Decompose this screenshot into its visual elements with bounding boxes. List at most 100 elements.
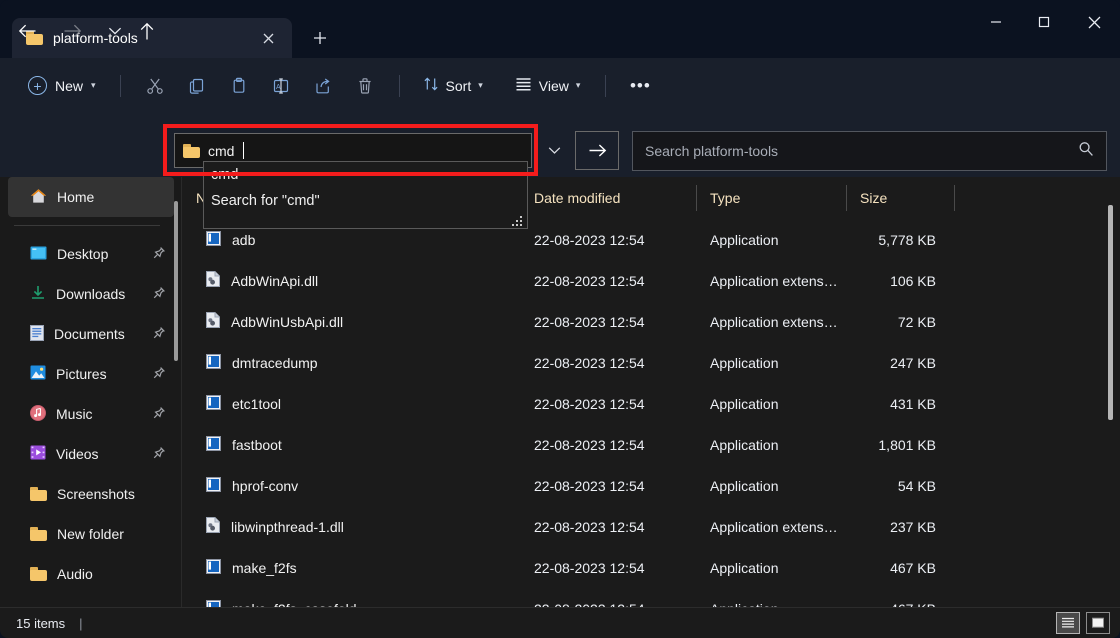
new-button[interactable]: + New ▾ [18, 69, 106, 103]
table-row[interactable]: etc1tool 22-08-2023 12:54 Application 43… [182, 383, 1120, 424]
table-row[interactable]: AdbWinUsbApi.dll 22-08-2023 12:54 Applic… [182, 301, 1120, 342]
downloads-icon [30, 285, 46, 303]
sidebar-item-videos[interactable]: Videos [8, 434, 174, 474]
plus-icon: + [28, 76, 47, 95]
chevron-down-icon: ▾ [91, 80, 96, 90]
column-header-type-label: Type [710, 190, 741, 206]
sidebar-item-documents[interactable]: Documents [8, 314, 174, 354]
close-icon[interactable] [254, 24, 282, 52]
sidebar-item-label: Screenshots [57, 486, 135, 502]
file-date: 22-08-2023 12:54 [534, 395, 645, 412]
autocomplete-item-1[interactable]: Search for "cmd" [204, 188, 527, 214]
sidebar-item-new-folder[interactable]: New folder [8, 514, 174, 554]
address-input-value: cmd [208, 142, 235, 159]
delete-icon[interactable] [345, 68, 385, 104]
column-header-size[interactable]: Size [846, 177, 954, 219]
file-type: Application extens… [710, 313, 838, 330]
sidebar-item-music[interactable]: Music [8, 394, 174, 434]
close-button[interactable] [1068, 0, 1120, 44]
share-icon[interactable] [303, 68, 343, 104]
sidebar-item-downloads[interactable]: Downloads [8, 274, 174, 314]
application-icon [206, 558, 221, 577]
recent-locations-button[interactable] [98, 14, 132, 48]
sidebar-scrollbar[interactable] [174, 201, 178, 361]
sidebar-item-audio[interactable]: Audio [8, 554, 174, 594]
column-header-size-label: Size [860, 190, 888, 206]
forward-button[interactable] [55, 14, 89, 48]
pictures-icon [30, 365, 46, 383]
dll-icon [206, 517, 220, 536]
autocomplete-item-0[interactable]: cmd [204, 162, 527, 188]
table-row[interactable]: make_f2fs 22-08-2023 12:54 Application 4… [182, 547, 1120, 588]
pin-icon[interactable] [152, 406, 168, 423]
chevron-down-icon: ▾ [478, 80, 483, 90]
paste-icon[interactable] [219, 68, 259, 104]
details-view-icon[interactable] [1056, 612, 1080, 634]
sidebar-item-desktop[interactable]: Desktop [8, 234, 174, 274]
copy-icon[interactable] [177, 68, 217, 104]
go-button[interactable] [575, 131, 619, 170]
search-input[interactable]: Search platform-tools [632, 131, 1107, 171]
view-label: View [538, 77, 569, 94]
new-tab-button[interactable] [302, 20, 338, 56]
file-size: 72 KB [897, 313, 936, 330]
more-options-button[interactable]: ••• [620, 69, 660, 103]
pin-icon[interactable] [152, 366, 168, 383]
folder-icon [30, 567, 47, 581]
sort-button[interactable]: Sort ▾ [414, 69, 492, 103]
item-count: 15 items [16, 615, 66, 631]
minimize-button[interactable] [972, 0, 1020, 44]
home-icon [30, 188, 47, 207]
toolbar-divider-2 [398, 74, 400, 97]
file-name: AdbWinApi.dll [231, 272, 319, 289]
view-toggle-group [1056, 612, 1110, 634]
up-button[interactable] [130, 14, 164, 48]
column-header-type[interactable]: Type [696, 177, 846, 219]
file-type: Application extens… [710, 272, 838, 289]
search-icon[interactable] [1078, 141, 1094, 162]
back-button[interactable] [10, 14, 44, 48]
column-header-date-modified[interactable]: Date modified [520, 177, 696, 219]
folder-icon [30, 527, 47, 541]
sidebar-item-home[interactable]: Home [8, 177, 174, 217]
sidebar-item-screenshots[interactable]: Screenshots [8, 474, 174, 514]
table-row[interactable]: libwinpthread-1.dll 22-08-2023 12:54 App… [182, 506, 1120, 547]
pin-icon[interactable] [152, 246, 168, 263]
file-name: make_f2fs [232, 559, 297, 576]
rename-icon[interactable]: A [261, 68, 301, 104]
table-row[interactable]: make_f2fs_casefold 22-08-2023 12:54 Appl… [182, 588, 1120, 607]
table-row[interactable]: AdbWinApi.dll 22-08-2023 12:54 Applicati… [182, 260, 1120, 301]
column-header-end [954, 177, 964, 219]
tab-strip: platform-tools [0, 0, 338, 58]
large-icons-view-icon[interactable] [1086, 612, 1110, 634]
file-name-cell: etc1tool [182, 394, 520, 413]
file-type: Application [710, 559, 779, 576]
table-row[interactable]: fastboot 22-08-2023 12:54 Application 1,… [182, 424, 1120, 465]
cut-icon[interactable] [135, 68, 175, 104]
table-row[interactable]: dmtracedump 22-08-2023 12:54 Application… [182, 342, 1120, 383]
file-date: 22-08-2023 12:54 [534, 518, 645, 535]
folder-icon [183, 143, 200, 158]
sort-label: Sort [445, 77, 472, 94]
table-row[interactable]: hprof-conv 22-08-2023 12:54 Application … [182, 465, 1120, 506]
file-list-scrollbar[interactable] [1108, 205, 1113, 420]
file-type: Application extens… [710, 518, 838, 535]
resize-grip-icon[interactable] [512, 214, 523, 226]
file-type: Application [710, 395, 779, 412]
desktop-icon [30, 246, 47, 263]
sidebar-item-pictures[interactable]: Pictures [8, 354, 174, 394]
address-dropdown-button[interactable] [536, 131, 572, 170]
view-button[interactable]: View ▾ [506, 69, 590, 103]
pin-icon[interactable] [152, 286, 168, 303]
music-icon [30, 404, 46, 424]
pin-icon[interactable] [152, 446, 168, 463]
file-name-cell: AdbWinUsbApi.dll [182, 312, 520, 331]
file-name-cell: make_f2fs_casefold [182, 599, 520, 607]
file-list[interactable]: Name Date modified Type Size adb 22-08-2… [182, 177, 1120, 607]
file-date: 22-08-2023 12:54 [534, 354, 645, 371]
pin-icon[interactable] [152, 326, 168, 343]
maximize-button[interactable] [1020, 0, 1068, 44]
navigation-pane[interactable]: Home Desktop Downloads Documents Picture… [0, 177, 182, 607]
address-autocomplete-dropdown[interactable]: cmd Search for "cmd" [203, 161, 528, 229]
file-size: 247 KB [890, 354, 936, 371]
